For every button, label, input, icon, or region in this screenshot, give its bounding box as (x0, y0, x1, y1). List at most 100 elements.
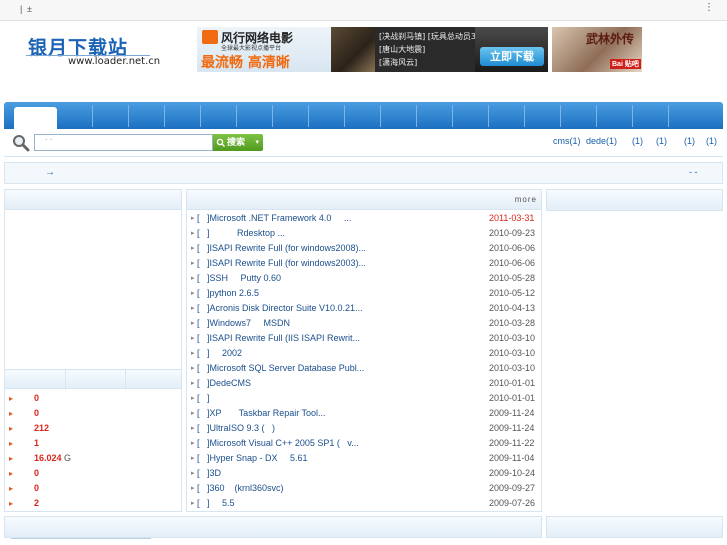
article-title-link[interactable]: [ ]XP Taskbar Repair Tool... (197, 408, 326, 418)
article-title-link[interactable]: [ ] 2002 (197, 348, 242, 358)
ad-link[interactable]: [潇海风云] (379, 57, 417, 68)
article-title-link[interactable]: [ ]Microsoft .NET Framework 4.0 ... (197, 213, 351, 223)
hot-tag[interactable]: cms(1) (553, 136, 581, 146)
nav-divider (632, 105, 633, 127)
notice-bar: → - - (4, 162, 723, 184)
hot-tag[interactable]: (1) (656, 136, 667, 146)
ad-download-button[interactable]: 立即下载 (480, 47, 544, 66)
article-title-link[interactable]: [ ]Acronis Disk Director Suite V10.0.21.… (197, 303, 363, 313)
site-logo[interactable]: 银月下载站 www.loader.net.cn (26, 33, 160, 73)
bullet-icon: ▸ (191, 485, 195, 492)
article-title-link[interactable]: [ ]UltraISO 9.3 ( ) (197, 423, 275, 433)
menu-icon[interactable]: ⋮ (704, 2, 714, 13)
article-title-link[interactable]: [ ] Rdesktop ... (197, 228, 285, 238)
article-row: ▸[ ]XP Taskbar Repair Tool... 2009-11-24 (187, 407, 541, 422)
article-date: 2010-04-13 (489, 303, 536, 313)
article-title-link[interactable]: [ ]3D (197, 468, 221, 478)
article-title-link[interactable]: [ ]python 2.6.5 (197, 288, 259, 298)
article-date: 2011-03-31 (489, 213, 535, 223)
ad-banner-funshion[interactable]: 风行网络电影 全球最大影视点播平台 最流畅 高清晰 [决战刹马镇] [玩具总动员… (197, 27, 548, 72)
nav-tab-home[interactable] (14, 107, 57, 129)
bullet-icon: ▸ (191, 275, 195, 282)
more-link[interactable]: more (515, 195, 537, 204)
nav-divider (164, 105, 165, 127)
article-title-link[interactable]: [ ]ISAPI Rewrite Full (for windows2008).… (197, 243, 366, 253)
hot-tag[interactable]: dede(1) (586, 136, 617, 146)
hot-tag[interactable]: (1) (684, 136, 695, 146)
bullet-icon: ▸ (9, 454, 14, 463)
article-title-link[interactable]: [ ]DedeCMS (197, 378, 251, 388)
article-row: ▸[ ]ISAPI Rewrite Full (IIS ISAPI Rewrit… (187, 332, 541, 347)
bullet-icon: ▸ (191, 410, 195, 417)
ad-slogan: 最流畅 高清晰 (201, 55, 290, 71)
article-title-link[interactable]: [ ]SSH Putty 0.60 (197, 273, 281, 283)
article-title-link[interactable]: [ ]Hyper Snap - DX 5.61 (197, 453, 308, 463)
article-row: ▸[ ]Microsoft .NET Framework 4.0 ... 2011… (187, 212, 541, 227)
bullet-icon: ▸ (191, 350, 195, 357)
stat-row: ▸ 1 (5, 437, 181, 452)
article-date: 2010-03-10 (489, 363, 536, 373)
tab-divider (125, 370, 126, 390)
top-link[interactable]: ± (27, 4, 32, 14)
chevron-down-icon[interactable]: ▾ (255, 134, 259, 151)
search-bar: ` ` 搜索 ▾ cms(1) dede(1) (1) (1) (1) (1) (4, 129, 723, 157)
article-row: ▸[ ] Rdesktop ... 2010-09-23 (187, 227, 541, 242)
article-title-link[interactable]: [ ]Microsoft SQL Server Database Publ... (197, 363, 364, 373)
bullet-icon: ▸ (191, 440, 195, 447)
bullet-icon: ▸ (9, 499, 14, 508)
article-title-link[interactable]: [ ]ISAPI Rewrite Full (for windows2003).… (197, 258, 366, 268)
nav-divider (488, 105, 489, 127)
stat-value: 0 (34, 468, 40, 478)
article-title-link[interactable]: [ ] (197, 393, 210, 403)
ad-link[interactable]: [决战刹马镇] [玩具总动员3] (379, 31, 479, 42)
article-list-panel: more ▸[ ]Microsoft .NET Framework 4.0 ..… (186, 189, 542, 512)
article-row: ▸[ ]python 2.6.5 2010-05-12 (187, 287, 541, 302)
ad-brand-panel: 风行网络电影 全球最大影视点播平台 最流畅 高清晰 (197, 27, 331, 72)
arrow-right-icon[interactable]: → (45, 167, 55, 178)
bullet-icon: ▸ (191, 305, 195, 312)
stat-value: 1 (34, 438, 40, 448)
stat-value: 0 (34, 483, 40, 493)
bullet-icon: ▸ (191, 500, 195, 507)
bullet-icon: ▸ (191, 425, 195, 432)
stat-value: 16.024 G (34, 453, 71, 463)
article-date: 2009-11-22 (489, 438, 535, 448)
top-bar: | ± ⋮ (0, 0, 727, 21)
nav-divider (236, 105, 237, 127)
stat-value: 0 (34, 408, 40, 418)
bullet-icon: ▸ (9, 439, 14, 448)
article-row: ▸[ ]UltraISO 9.3 ( ) 2009-11-24 (187, 422, 541, 437)
nav-divider (524, 105, 525, 127)
nav-divider (128, 105, 129, 127)
article-title-link[interactable]: [ ]Microsoft Visual C++ 2005 SP1 ( v... (197, 438, 359, 448)
article-date: 2010-06-06 (489, 243, 536, 253)
stat-row: ▸ 16.024 G (5, 452, 181, 467)
nav-divider (452, 105, 453, 127)
ad-link[interactable]: [唐山大地震] (379, 44, 425, 55)
article-date: 2010-05-12 (489, 288, 536, 298)
nav-divider (380, 105, 381, 127)
hot-tag[interactable]: (1) (706, 136, 717, 146)
article-title-link[interactable]: [ ]360 (krnl360svc) (197, 483, 284, 493)
article-title-link[interactable]: [ ] 5.5 (197, 498, 235, 508)
search-button[interactable]: 搜索 ▾ (213, 134, 263, 151)
article-row: ▸[ ]Acronis Disk Director Suite V10.0.21… (187, 302, 541, 317)
article-date: 2009-11-24 (489, 408, 535, 418)
hot-tag[interactable]: (1) (632, 136, 643, 146)
article-row: ▸[ ] 5.5 2009-07-26 (187, 497, 541, 512)
article-date: 2010-09-23 (489, 228, 536, 238)
stat-unit: G (64, 453, 72, 463)
article-date: 2009-11-24 (489, 423, 535, 433)
article-date: 2010-03-10 (489, 348, 536, 358)
stat-value: 0 (34, 393, 40, 403)
article-row: ▸[ ] 2002 2010-03-10 (187, 347, 541, 362)
article-title-link[interactable]: [ ]ISAPI Rewrite Full (IIS ISAPI Rewrit.… (197, 333, 360, 343)
ad-banner-wulin[interactable]: 武林外传 Bai 贴吧 (552, 27, 642, 72)
search-input[interactable]: ` ` (34, 134, 213, 151)
article-title-link[interactable]: [ ]Windows7 MSDN (197, 318, 290, 328)
nav-divider (560, 105, 561, 127)
logo-url: www.loader.net.cn (68, 56, 161, 67)
article-row: ▸[ ]SSH Putty 0.60 2010-05-28 (187, 272, 541, 287)
stats-tabs (5, 369, 181, 390)
nav-divider (308, 105, 309, 127)
